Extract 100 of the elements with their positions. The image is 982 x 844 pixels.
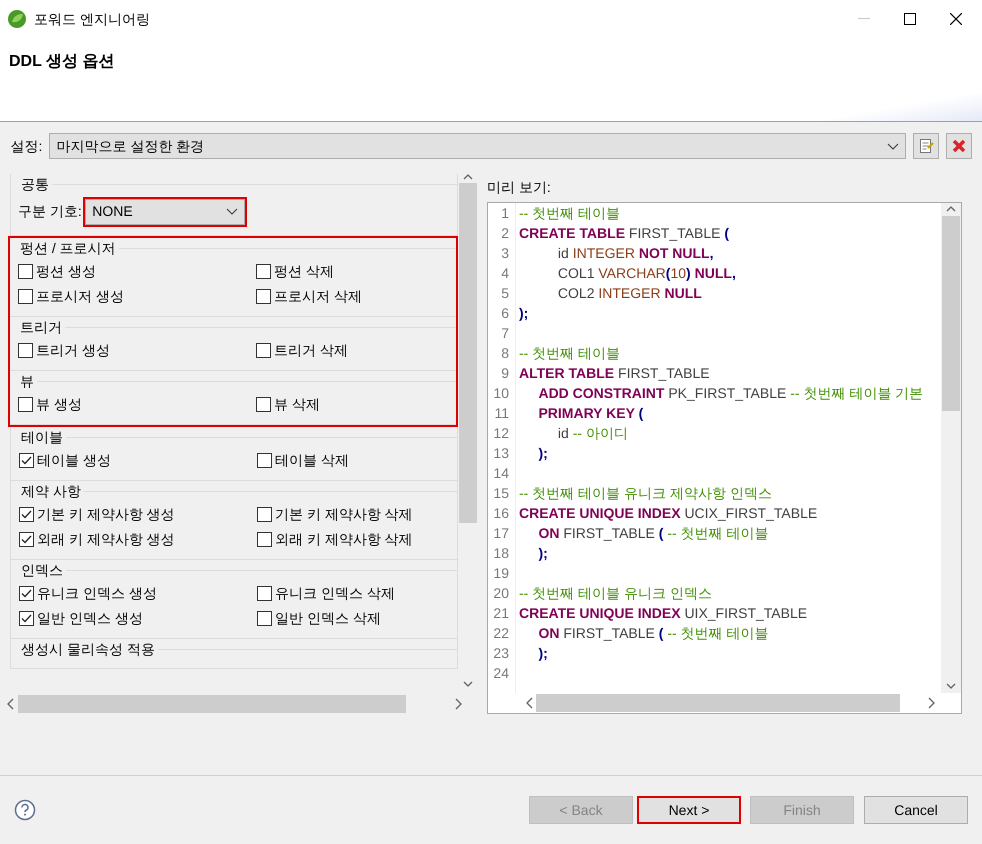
settings-label: 설정:	[10, 136, 42, 156]
code-line: );	[537, 544, 549, 562]
chevron-up-icon[interactable]	[946, 206, 956, 212]
help-icon[interactable]	[14, 799, 36, 821]
line-number: 4	[500, 264, 509, 282]
code-line: );	[537, 644, 549, 662]
checkbox-option[interactable]: 뷰 삭제	[256, 392, 456, 417]
line-number: 9	[500, 364, 509, 382]
line-number: 8	[500, 344, 509, 362]
check-icon	[21, 614, 32, 623]
line-number: 21	[492, 604, 509, 622]
line-number: 24	[492, 664, 509, 682]
preview-label: 미리 보기:	[487, 178, 552, 197]
code-line: -- 첫번째 테이블	[519, 204, 622, 222]
chevron-right-icon[interactable]	[455, 698, 462, 710]
line-number: 23	[492, 644, 509, 662]
group-title: 공통	[21, 175, 49, 194]
chevron-down-icon[interactable]	[946, 683, 956, 689]
checkbox-option[interactable]: 유니크 인덱스 생성	[19, 581, 257, 606]
wizard-button: < Back	[529, 796, 633, 824]
checkbox-option[interactable]: 기본 키 제약사항 삭제	[257, 502, 457, 527]
code-line: ALTER TABLE FIRST_TABLE	[519, 364, 711, 382]
line-number: 18	[492, 544, 509, 562]
code-line: COL2 INTEGER NULL	[556, 284, 703, 302]
line-number: 1	[500, 204, 509, 222]
checkbox-option[interactable]: 일반 인덱스 생성	[19, 606, 257, 631]
code-line: COL1 VARCHAR(10) NULL,	[556, 264, 737, 282]
code-line: id INTEGER NOT NULL,	[556, 244, 714, 262]
code-line: );	[537, 444, 549, 462]
separator-dropdown[interactable]: NONE	[85, 198, 246, 224]
group-title: 인덱스	[21, 561, 63, 580]
wizard-button[interactable]: Next >	[637, 796, 741, 824]
caret-icon	[226, 208, 238, 215]
checkbox-option[interactable]: 외래 키 제약사항 삭제	[257, 527, 457, 552]
chevron-left-icon[interactable]	[526, 696, 532, 708]
checkbox-option[interactable]: 기본 키 제약사항 생성	[19, 502, 257, 527]
delete-icon[interactable]	[946, 133, 972, 159]
line-number: 22	[492, 624, 509, 642]
checkbox-option[interactable]: 테이블 생성	[19, 448, 257, 473]
checkbox-option[interactable]: 펑션 삭제	[256, 259, 456, 284]
code-line: ADD CONSTRAINT PK_FIRST_TABLE -- 첫번째 테이블 기본	[537, 384, 924, 402]
chevron-right-icon[interactable]	[928, 696, 934, 708]
line-number: 15	[492, 484, 509, 502]
checkbox-option[interactable]: 프로시저 삭제	[256, 284, 456, 309]
scrollbar-thumb[interactable]	[18, 694, 406, 712]
checkbox-option[interactable]: 트리거 생성	[18, 338, 256, 363]
wizard-button: Finish	[750, 796, 854, 824]
code-line: -- 첫번째 테이블 유니크 제약사항 인덱스	[519, 484, 773, 502]
code-line: ON FIRST_TABLE ( -- 첫번째 테이블	[537, 624, 770, 642]
scrollbar-thumb[interactable]	[536, 694, 900, 712]
line-number: 5	[500, 284, 509, 302]
checkbox-option[interactable]: 유니크 인덱스 삭제	[257, 581, 457, 606]
line-number: 3	[500, 244, 509, 262]
checkbox-option[interactable]: 프로시저 생성	[18, 284, 256, 309]
window-title: 포워드 엔지니어링	[34, 10, 151, 28]
checkbox-option[interactable]: 일반 인덱스 삭제	[257, 606, 457, 631]
app-logo-icon	[7, 9, 27, 29]
edit-document-icon[interactable]	[912, 133, 938, 159]
code-line: id -- 아이디	[556, 424, 629, 442]
code-line: );	[519, 304, 530, 322]
checkbox-option[interactable]: 외래 키 제약사항 생성	[19, 527, 257, 552]
checkbox-option[interactable]: 뷰 생성	[18, 392, 256, 417]
code-line: -- 첫번째 테이블 유니크 인덱스	[519, 584, 713, 602]
line-number: 20	[492, 584, 509, 602]
code-line: ON FIRST_TABLE ( -- 첫번째 테이블	[537, 524, 770, 542]
group-title: 펑션 / 프로시저	[20, 239, 116, 258]
line-number: 13	[492, 444, 509, 462]
settings-dropdown[interactable]: 마지막으로 설정한 환경	[49, 133, 906, 159]
line-number: 7	[500, 324, 509, 342]
checkbox-option[interactable]: 트리거 삭제	[256, 338, 456, 363]
line-number: 12	[492, 424, 509, 442]
chevron-up-icon[interactable]	[463, 174, 473, 180]
line-number: 10	[492, 384, 509, 402]
line-number: 6	[500, 304, 509, 322]
check-icon	[21, 456, 32, 465]
line-number: 17	[492, 524, 509, 542]
scrollbar-thumb[interactable]	[459, 183, 477, 523]
checkbox-option[interactable]: 펑션 생성	[18, 259, 256, 284]
code-line: CREATE TABLE FIRST_TABLE (	[519, 224, 730, 242]
separator-label: 구분 기호:	[18, 202, 82, 221]
wizard-button[interactable]: Cancel	[864, 796, 968, 824]
group-title: 트리거	[20, 318, 62, 337]
scrollbar-thumb[interactable]	[942, 216, 960, 410]
chevron-left-icon[interactable]	[7, 698, 14, 710]
check-icon	[21, 510, 32, 519]
line-number: 14	[492, 464, 509, 482]
code-line: PRIMARY KEY (	[537, 404, 644, 422]
chevron-down-icon[interactable]	[463, 680, 473, 686]
line-number: 16	[492, 504, 509, 522]
group-title: 생성시 물리속성 적용	[21, 640, 155, 659]
line-number: 11	[493, 404, 509, 422]
group-title: 뷰	[20, 372, 34, 391]
page-heading: DDL 생성 옵션	[8, 52, 116, 72]
check-icon	[21, 589, 32, 598]
code-line: -- 첫번째 테이블	[519, 344, 622, 362]
group-title: 제약 사항	[21, 482, 81, 501]
line-number: 2	[500, 224, 509, 242]
caret-icon	[886, 142, 898, 150]
checkbox-option[interactable]: 테이블 삭제	[257, 448, 457, 473]
group-title: 테이블	[21, 428, 63, 447]
